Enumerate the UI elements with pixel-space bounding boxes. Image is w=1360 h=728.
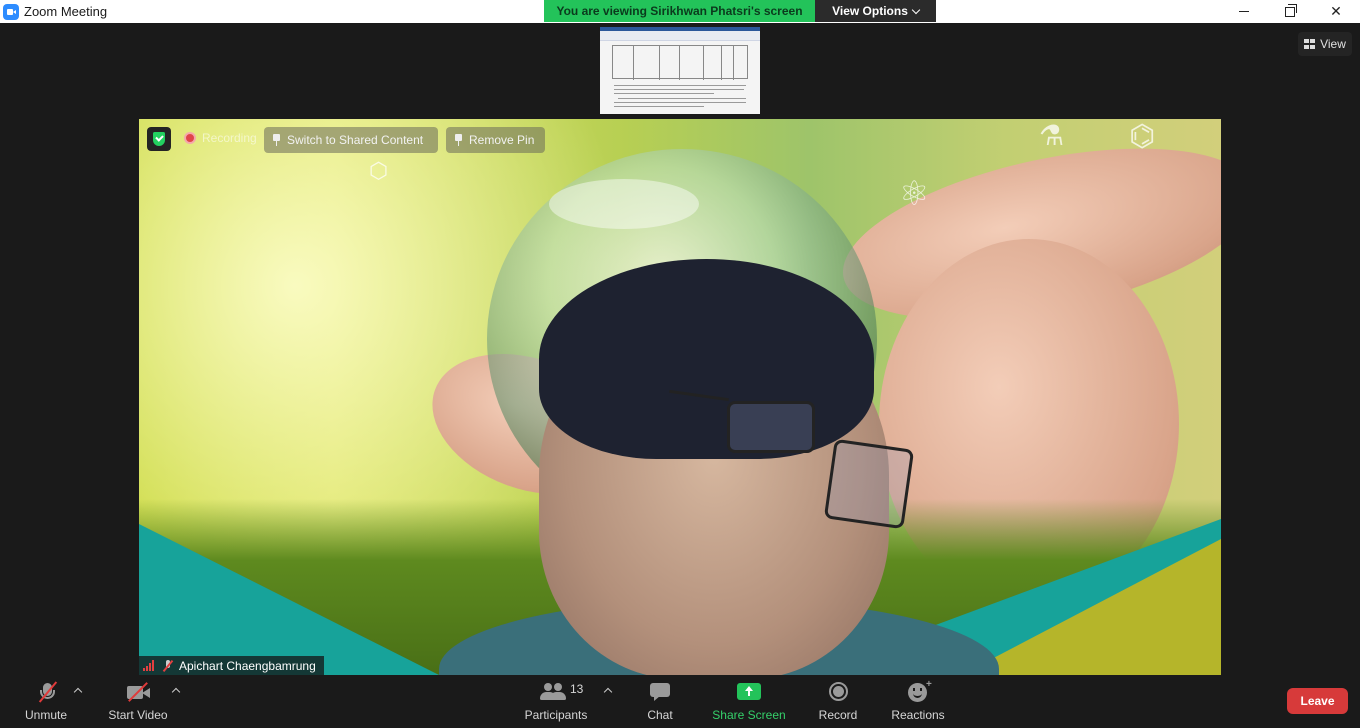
participants-button[interactable]: 13 Participants xyxy=(520,675,592,728)
pin-icon xyxy=(272,134,281,146)
unmute-button[interactable]: Unmute xyxy=(16,675,76,728)
chat-button[interactable]: Chat xyxy=(640,675,680,728)
zoom-meeting-window: Zoom Meeting ✕ You are viewing Sirikhwan… xyxy=(0,0,1360,728)
security-badge[interactable] xyxy=(147,127,171,151)
microphone-muted-icon xyxy=(34,681,62,703)
background-shape xyxy=(139,524,439,675)
glasses-lens-left xyxy=(727,401,815,453)
close-icon: ✕ xyxy=(1330,3,1342,19)
pinned-participant-video[interactable]: ⚗ ⚛ ⬡ ⌬ xyxy=(139,119,1221,675)
chevron-down-icon xyxy=(911,5,921,14)
reactions-smiley-icon: + xyxy=(908,680,936,703)
restore-button[interactable] xyxy=(1267,0,1313,23)
video-off-icon xyxy=(125,681,153,703)
recording-label: Recording xyxy=(202,131,257,145)
background-sketch: ⚗ xyxy=(1039,119,1065,152)
shield-icon xyxy=(153,132,165,146)
reactions-button[interactable]: + Reactions xyxy=(886,675,950,728)
leave-button[interactable]: Leave xyxy=(1287,688,1348,714)
zoom-app-icon xyxy=(3,4,19,20)
minimize-icon xyxy=(1239,11,1249,12)
record-button[interactable]: Record xyxy=(812,675,864,728)
unmute-label: Unmute xyxy=(24,708,68,722)
participants-icon: 13 xyxy=(540,681,584,703)
switch-to-shared-content-button[interactable]: Switch to Shared Content xyxy=(264,127,438,153)
participant-name: Apichart Chaengbamrung xyxy=(179,658,316,673)
view-options-button[interactable]: View Options xyxy=(815,0,936,22)
reactions-label: Reactions xyxy=(891,708,945,722)
document-text-line xyxy=(614,102,746,103)
document-ribbon xyxy=(600,27,760,41)
document-table xyxy=(612,45,748,80)
view-options-label: View Options xyxy=(832,4,908,18)
recording-indicator: Recording xyxy=(184,131,257,145)
participant-name-tag: Apichart Chaengbamrung xyxy=(139,656,324,675)
share-screen-button[interactable]: Share Screen xyxy=(710,675,788,728)
background-sketch: ⚛ xyxy=(899,174,930,214)
participants-count: 13 xyxy=(570,682,584,696)
share-screen-icon xyxy=(737,681,765,703)
background-globe-shine xyxy=(549,179,699,229)
chat-label: Chat xyxy=(647,708,673,722)
start-video-label: Start Video xyxy=(108,708,168,722)
participant-hair xyxy=(539,259,874,459)
document-text-line xyxy=(614,89,744,90)
document-text-line xyxy=(614,85,746,86)
close-button[interactable]: ✕ xyxy=(1313,0,1359,23)
document-text-line xyxy=(614,93,714,94)
restore-icon xyxy=(1285,3,1297,17)
meeting-toolbar: Unmute Start Video 13 Participants Chat xyxy=(0,675,1360,728)
start-video-button[interactable]: Start Video xyxy=(105,675,171,728)
document-text-line xyxy=(614,106,704,107)
switch-label: Switch to Shared Content xyxy=(287,133,424,147)
document-text-line xyxy=(618,98,746,99)
signal-strength-icon xyxy=(143,660,157,671)
shared-screen-thumbnail[interactable] xyxy=(600,27,760,114)
viewing-screen-banner: You are viewing Sirikhwan Phatsri's scre… xyxy=(544,0,815,22)
pin-icon xyxy=(454,134,463,146)
mic-muted-icon xyxy=(162,659,174,672)
background-shape xyxy=(961,539,1221,675)
participants-label: Participants xyxy=(524,708,588,722)
chat-bubble-icon xyxy=(649,681,677,703)
remove-pin-label: Remove Pin xyxy=(469,133,535,147)
share-screen-label: Share Screen xyxy=(712,708,786,722)
remove-pin-button[interactable]: Remove Pin xyxy=(446,127,545,153)
record-icon xyxy=(828,681,856,703)
view-layout-button[interactable]: View xyxy=(1298,32,1352,56)
window-title: Zoom Meeting xyxy=(24,4,108,19)
view-layout-label: View xyxy=(1320,37,1346,51)
record-label: Record xyxy=(818,708,858,722)
glasses-lens-right xyxy=(823,438,915,530)
background-sketch: ⌬ xyxy=(1129,119,1156,154)
record-dot-icon xyxy=(184,132,196,144)
background-sketch: ⬡ xyxy=(369,159,389,184)
grid-icon xyxy=(1304,39,1316,49)
minimize-button[interactable] xyxy=(1221,0,1267,23)
